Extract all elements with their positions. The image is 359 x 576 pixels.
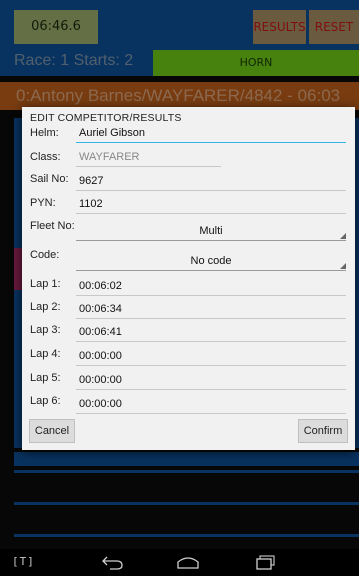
system-nav-bar: [T]: [0, 549, 359, 576]
recents-icon[interactable]: [254, 554, 278, 570]
lap-1-input[interactable]: 00:06:02: [76, 277, 346, 296]
lap-1-label: Lap 1:: [30, 278, 61, 290]
fleet-no-spinner[interactable]: Multi: [76, 221, 346, 241]
lap-5-label: Lap 5:: [30, 372, 61, 384]
keyboard-indicator: [T]: [12, 555, 35, 568]
pyn-input[interactable]: 1102: [76, 195, 346, 214]
dialog-title: EDIT COMPETITOR/RESULTS: [30, 112, 182, 124]
lap-6-label: Lap 6:: [30, 395, 61, 407]
lap-3-label: Lap 3:: [30, 324, 61, 336]
code-label: Code:: [30, 249, 60, 261]
sail-no-input[interactable]: 9627: [76, 172, 346, 191]
sail-no-label: Sail No:: [30, 173, 69, 185]
lap-5-input[interactable]: 00:00:00: [76, 371, 346, 390]
class-field: WAYFARER: [76, 148, 221, 167]
helm-input[interactable]: Auriel Gibson: [76, 124, 346, 143]
code-value: No code: [190, 255, 232, 267]
dropdown-triangle-icon: [340, 263, 346, 269]
lap-6-input[interactable]: 00:00:00: [76, 395, 346, 414]
fleet-no-value: Multi: [199, 225, 223, 237]
lap-2-label: Lap 2:: [30, 301, 61, 313]
confirm-button[interactable]: Confirm: [298, 419, 348, 443]
code-spinner[interactable]: No code: [76, 251, 346, 271]
helm-label: Helm:: [30, 127, 59, 139]
edit-competitor-dialog: EDIT COMPETITOR/RESULTS Helm: Auriel Gib…: [22, 107, 355, 450]
lap-4-input[interactable]: 00:00:00: [76, 347, 346, 366]
lap-4-label: Lap 4:: [30, 348, 61, 360]
back-icon[interactable]: [101, 554, 125, 570]
home-icon[interactable]: [176, 554, 200, 570]
lap-3-input[interactable]: 00:06:41: [76, 323, 346, 342]
class-label: Class:: [30, 151, 61, 163]
pyn-label: PYN:: [30, 197, 56, 209]
cancel-button[interactable]: Cancel: [29, 419, 75, 443]
lap-2-input[interactable]: 00:06:34: [76, 300, 346, 319]
fleet-no-label: Fleet No:: [30, 220, 75, 232]
dropdown-triangle-icon: [340, 233, 346, 239]
